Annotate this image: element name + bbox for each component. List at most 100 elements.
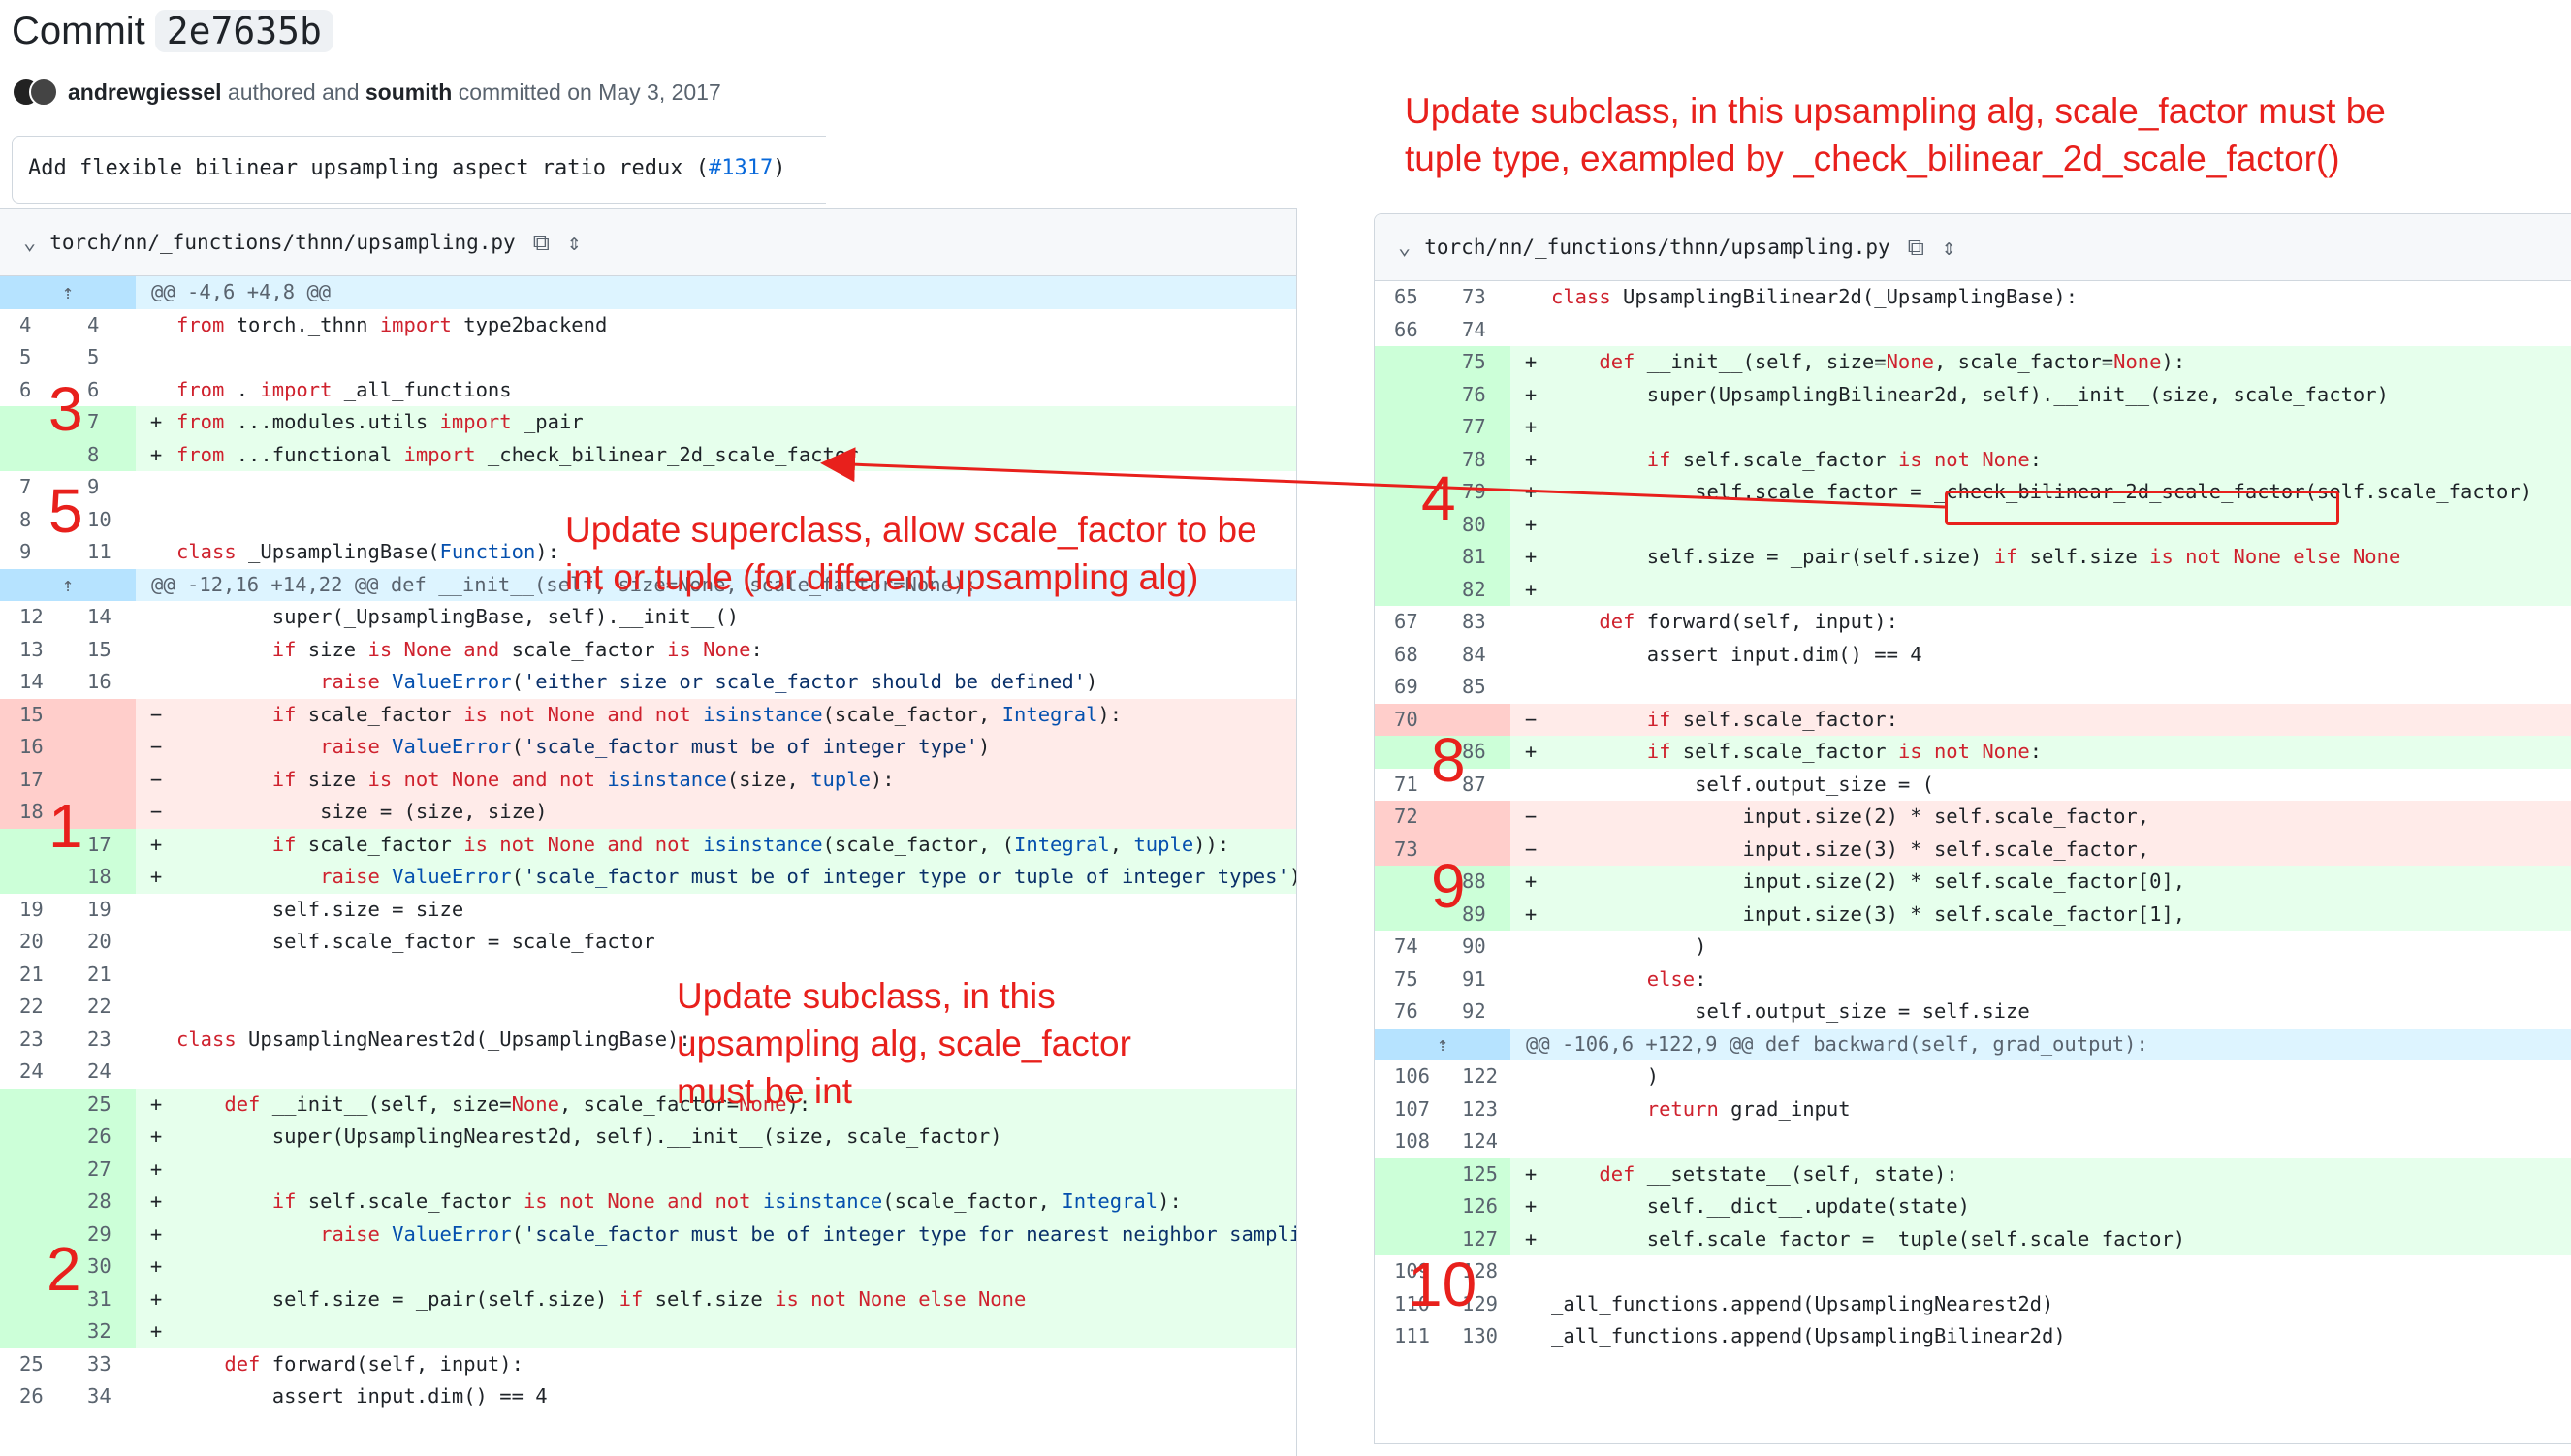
old-line-number[interactable] — [1375, 346, 1443, 379]
author-link[interactable]: andrewgiessel — [68, 79, 222, 106]
old-line-number[interactable] — [1375, 541, 1443, 574]
new-line-number[interactable]: 84 — [1443, 638, 1510, 671]
new-line-number[interactable] — [68, 698, 136, 731]
new-line-number[interactable]: 126 — [1443, 1190, 1510, 1223]
old-line-number[interactable] — [1375, 411, 1443, 444]
avatar-group[interactable] — [12, 78, 58, 107]
old-line-number[interactable] — [0, 1088, 68, 1121]
new-line-number[interactable]: 82 — [1443, 573, 1510, 606]
old-line-number[interactable]: 74 — [1375, 931, 1443, 964]
old-line-number[interactable]: 24 — [0, 1056, 68, 1089]
pr-link[interactable]: #1317 — [709, 156, 773, 180]
old-line-number[interactable]: 66 — [1375, 313, 1443, 346]
new-line-number[interactable]: 90 — [1443, 931, 1510, 964]
new-line-number[interactable]: 74 — [1443, 313, 1510, 346]
old-line-number[interactable]: 106 — [1375, 1060, 1443, 1093]
expand-up-icon[interactable]: ⇡ — [1375, 1028, 1510, 1060]
chevron-down-icon[interactable]: ⌄ — [23, 231, 36, 255]
new-line-number[interactable]: 75 — [1443, 346, 1510, 379]
committer-link[interactable]: soumith — [365, 79, 452, 106]
new-line-number[interactable]: 24 — [68, 1056, 136, 1089]
expand-icon[interactable]: ⇕ — [1942, 234, 1955, 261]
new-line-number[interactable]: 5 — [68, 341, 136, 374]
old-line-number[interactable]: 108 — [1375, 1125, 1443, 1158]
new-line-number[interactable]: 26 — [68, 1121, 136, 1154]
new-line-number[interactable]: 130 — [1443, 1320, 1510, 1353]
expand-up-icon[interactable]: ⇡ — [0, 568, 136, 601]
new-line-number[interactable]: 123 — [1443, 1092, 1510, 1125]
new-line-number[interactable]: 14 — [68, 601, 136, 634]
expand-up-icon[interactable]: ⇡ — [0, 276, 136, 309]
new-line-number[interactable]: 81 — [1443, 541, 1510, 574]
old-line-number[interactable]: 12 — [0, 601, 68, 634]
new-line-number[interactable] — [68, 731, 136, 764]
new-line-number[interactable]: 21 — [68, 958, 136, 991]
new-line-number[interactable]: 122 — [1443, 1060, 1510, 1093]
new-line-number[interactable]: 23 — [68, 1023, 136, 1056]
old-line-number[interactable]: 14 — [0, 666, 68, 699]
new-line-number[interactable]: 28 — [68, 1186, 136, 1219]
old-line-number[interactable]: 107 — [1375, 1092, 1443, 1125]
new-line-number[interactable]: 15 — [68, 633, 136, 666]
copy-icon[interactable]: ⧉ — [533, 229, 550, 256]
old-line-number[interactable]: 23 — [0, 1023, 68, 1056]
old-line-number[interactable]: 22 — [0, 991, 68, 1024]
new-line-number[interactable]: 20 — [68, 926, 136, 959]
old-line-number[interactable]: 25 — [0, 1347, 68, 1380]
old-line-number[interactable]: 16 — [0, 731, 68, 764]
old-line-number[interactable] — [0, 861, 68, 894]
commit-label: Commit — [12, 10, 145, 52]
new-line-number[interactable]: 18 — [68, 861, 136, 894]
new-line-number[interactable]: 92 — [1443, 996, 1510, 1029]
old-line-number[interactable]: 15 — [0, 698, 68, 731]
new-line-number[interactable] — [1443, 801, 1510, 834]
file-path[interactable]: torch/nn/_functions/thnn/upsampling.py — [49, 231, 515, 254]
new-line-number[interactable]: 73 — [1443, 281, 1510, 314]
new-line-number[interactable]: 27 — [68, 1153, 136, 1186]
new-line-number[interactable]: 19 — [68, 893, 136, 926]
old-line-number[interactable]: 75 — [1375, 963, 1443, 996]
new-line-number[interactable]: 91 — [1443, 963, 1510, 996]
new-line-number[interactable]: 124 — [1443, 1125, 1510, 1158]
new-line-number[interactable]: 16 — [68, 666, 136, 699]
new-line-number[interactable]: 22 — [68, 991, 136, 1024]
old-line-number[interactable] — [1375, 1190, 1443, 1223]
new-line-number[interactable]: 83 — [1443, 606, 1510, 639]
new-line-number[interactable]: 32 — [68, 1315, 136, 1348]
old-line-number[interactable]: 13 — [0, 633, 68, 666]
new-line-number[interactable]: 76 — [1443, 378, 1510, 411]
old-line-number[interactable] — [1375, 378, 1443, 411]
old-line-number[interactable]: 67 — [1375, 606, 1443, 639]
old-line-number[interactable] — [1375, 1157, 1443, 1190]
old-line-number[interactable] — [0, 1186, 68, 1219]
new-line-number[interactable]: 25 — [68, 1088, 136, 1121]
old-line-number[interactable]: 21 — [0, 958, 68, 991]
old-line-number[interactable]: 76 — [1375, 996, 1443, 1029]
new-line-number[interactable]: 85 — [1443, 671, 1510, 704]
avatar[interactable] — [29, 78, 58, 107]
file-path[interactable]: torch/nn/_functions/thnn/upsampling.py — [1424, 236, 1889, 259]
old-line-number[interactable] — [0, 1121, 68, 1154]
old-line-number[interactable]: 69 — [1375, 671, 1443, 704]
new-line-number[interactable]: 4 — [68, 308, 136, 341]
new-line-number[interactable]: 33 — [68, 1347, 136, 1380]
chevron-down-icon[interactable]: ⌄ — [1398, 236, 1411, 260]
old-line-number[interactable]: 65 — [1375, 281, 1443, 314]
expand-icon[interactable]: ⇕ — [567, 229, 581, 256]
old-line-number[interactable]: 26 — [0, 1380, 68, 1413]
old-line-number[interactable]: 68 — [1375, 638, 1443, 671]
old-line-number[interactable]: 20 — [0, 926, 68, 959]
old-line-number[interactable] — [0, 1153, 68, 1186]
new-line-number[interactable]: 34 — [68, 1380, 136, 1413]
old-line-number[interactable]: 4 — [0, 308, 68, 341]
new-line-number[interactable]: 77 — [1443, 411, 1510, 444]
new-line-number[interactable]: 125 — [1443, 1157, 1510, 1190]
old-line-number[interactable] — [1375, 573, 1443, 606]
commit-hash[interactable]: 2e7635b — [154, 10, 333, 52]
old-line-number[interactable]: 72 — [1375, 801, 1443, 834]
old-line-number[interactable] — [0, 1315, 68, 1348]
old-line-number[interactable]: 19 — [0, 893, 68, 926]
copy-icon[interactable]: ⧉ — [1908, 234, 1924, 261]
old-line-number[interactable]: 5 — [0, 341, 68, 374]
old-line-number[interactable]: 111 — [1375, 1320, 1443, 1353]
